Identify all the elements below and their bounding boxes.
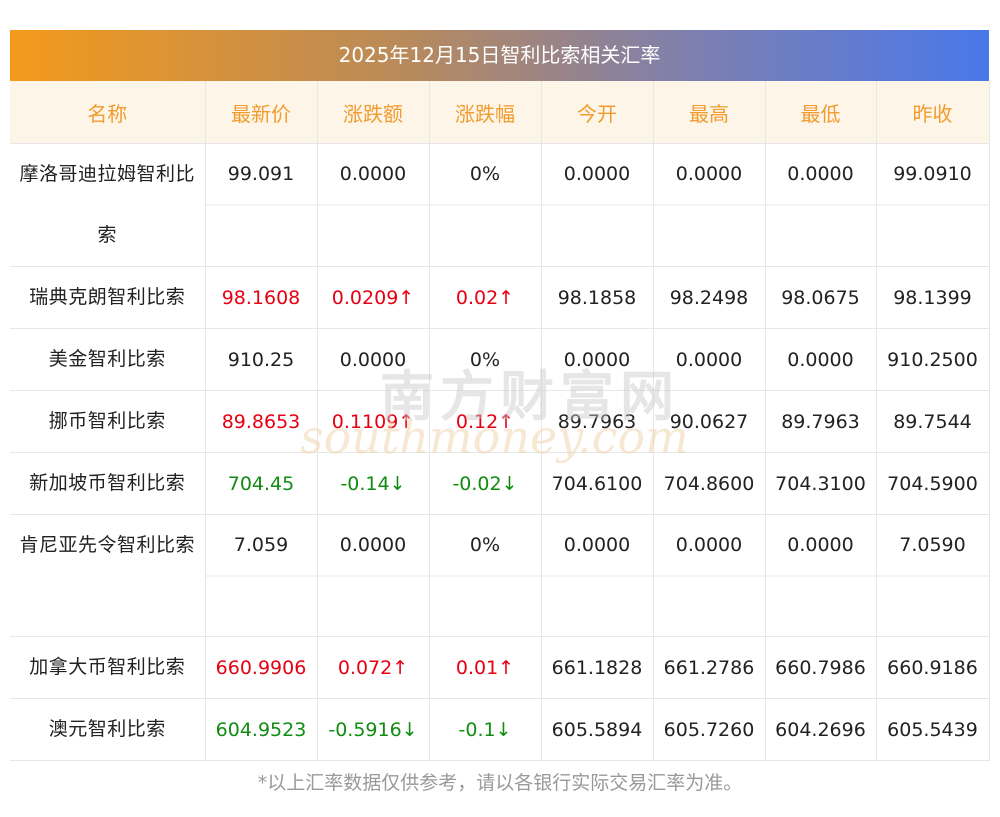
currency-name: 肯尼亚先令智利比索 (10, 514, 206, 637)
cell-high: 661.2786 (653, 636, 766, 699)
currency-name: 加拿大币智利比索 (10, 636, 206, 699)
cell-low: 0.0000 (765, 328, 877, 391)
table-row: 美金智利比索 910.25 0.0000 0% 0.0000 0.0000 0.0000 91… (10, 328, 990, 391)
cell-prev: 98.1399 (876, 266, 990, 329)
currency-name: 摩洛哥迪拉姆智利比索 (10, 143, 206, 267)
cell-prev: 704.5900 (876, 452, 990, 515)
cell-prev: 660.9186 (876, 636, 990, 699)
cell-latest: 604.9523 (205, 698, 318, 761)
cell-pct: 0.01↑ (429, 636, 542, 699)
cell-low: 89.7963 (765, 390, 877, 453)
cell-prev: 99.0910 (876, 143, 990, 267)
cell-open: 0.0000 (541, 143, 654, 267)
cell-low: 704.3100 (765, 452, 877, 515)
cell-prev: 605.5439 (876, 698, 990, 761)
cell-change: 0.0000 (317, 328, 430, 391)
cell-pct: 0% (429, 514, 542, 637)
cell-change: 0.072↑ (317, 636, 430, 699)
rates-panel: 2025年12月15日智利比索相关汇率 名称 最新价 涨跌额 涨跌幅 今开 最高… (10, 30, 990, 761)
header-latest: 最新价 (205, 81, 318, 144)
cell-latest: 99.091 (205, 143, 318, 267)
currency-name: 澳元智利比索 (10, 698, 206, 761)
header-prev: 昨收 (876, 81, 990, 144)
cell-high: 0.0000 (653, 328, 766, 391)
currency-name: 瑞典克朗智利比索 (10, 266, 206, 329)
table-row: 澳元智利比索 604.9523 -0.5916↓ -0.1↓ 605.5894 605.7… (10, 698, 990, 761)
disclaimer-note: *以上汇率数据仅供参考，请以各银行实际交易汇率为准。 (257, 772, 743, 794)
cell-high: 90.0627 (653, 390, 766, 453)
cell-open: 0.0000 (541, 328, 654, 391)
cell-low: 604.2696 (765, 698, 877, 761)
table-row: 摩洛哥迪拉姆智利比索 99.091 0.0000 0% 0.0000 0.0000 0.00… (10, 143, 990, 267)
cell-pct: 0.02↑ (429, 266, 542, 329)
cell-low: 0.0000 (765, 143, 877, 267)
cell-high: 98.2498 (653, 266, 766, 329)
cell-open: 704.6100 (541, 452, 654, 515)
currency-name: 美金智利比索 (10, 328, 206, 391)
cell-latest: 7.059 (205, 514, 318, 637)
cell-pct: 0% (429, 328, 542, 391)
table-row: 肯尼亚先令智利比索 7.059 0.0000 0% 0.0000 0.0000 0.0000… (10, 514, 990, 637)
header-high: 最高 (653, 81, 766, 144)
header-low: 最低 (765, 81, 877, 144)
cell-latest: 704.45 (205, 452, 318, 515)
currency-name: 挪币智利比索 (10, 390, 206, 453)
table-row: 瑞典克朗智利比索 98.1608 0.0209↑ 0.02↑ 98.1858 98.249… (10, 266, 990, 329)
cell-pct: 0% (429, 143, 542, 267)
header-pct: 涨跌幅 (429, 81, 542, 144)
cell-change: -0.14↓ (317, 452, 430, 515)
cell-open: 661.1828 (541, 636, 654, 699)
cell-change: 0.0209↑ (317, 266, 430, 329)
cell-open: 98.1858 (541, 266, 654, 329)
table-row: 加拿大币智利比索 660.9906 0.072↑ 0.01↑ 661.1828 661.2… (10, 636, 990, 699)
currency-name: 新加坡币智利比索 (10, 452, 206, 515)
header-name: 名称 (10, 81, 206, 144)
cell-open: 605.5894 (541, 698, 654, 761)
cell-pct: -0.02↓ (429, 452, 542, 515)
cell-high: 0.0000 (653, 143, 766, 267)
header-open: 今开 (541, 81, 654, 144)
cell-pct: 0.12↑ (429, 390, 542, 453)
cell-change: 0.0000 (317, 514, 430, 637)
cell-change: -0.5916↓ (317, 698, 430, 761)
cell-latest: 660.9906 (205, 636, 318, 699)
table-row: 挪币智利比索 89.8653 0.1109↑ 0.12↑ 89.7963 90.0627 8… (10, 390, 990, 453)
cell-high: 605.7260 (653, 698, 766, 761)
cell-latest: 98.1608 (205, 266, 318, 329)
cell-prev: 89.7544 (876, 390, 990, 453)
cell-prev: 7.0590 (876, 514, 990, 637)
table-row: 新加坡币智利比索 704.45 -0.14↓ -0.02↓ 704.6100 704.86… (10, 452, 990, 515)
cell-latest: 89.8653 (205, 390, 318, 453)
cell-change: 0.0000 (317, 143, 430, 267)
header-row: 名称 最新价 涨跌额 涨跌幅 今开 最高 最低 昨收 (10, 81, 990, 144)
cell-low: 0.0000 (765, 514, 877, 637)
cell-prev: 910.2500 (876, 328, 990, 391)
cell-open: 89.7963 (541, 390, 654, 453)
cell-open: 0.0000 (541, 514, 654, 637)
cell-high: 704.8600 (653, 452, 766, 515)
cell-low: 98.0675 (765, 266, 877, 329)
cell-high: 0.0000 (653, 514, 766, 637)
cell-pct: -0.1↓ (429, 698, 542, 761)
table-title: 2025年12月15日智利比索相关汇率 (10, 30, 989, 81)
rates-table: 名称 最新价 涨跌额 涨跌幅 今开 最高 最低 昨收 摩洛哥迪拉姆智利比索 99.… (10, 81, 990, 761)
cell-change: 0.1109↑ (317, 390, 430, 453)
cell-low: 660.7986 (765, 636, 877, 699)
cell-latest: 910.25 (205, 328, 318, 391)
header-change: 涨跌额 (317, 81, 430, 144)
